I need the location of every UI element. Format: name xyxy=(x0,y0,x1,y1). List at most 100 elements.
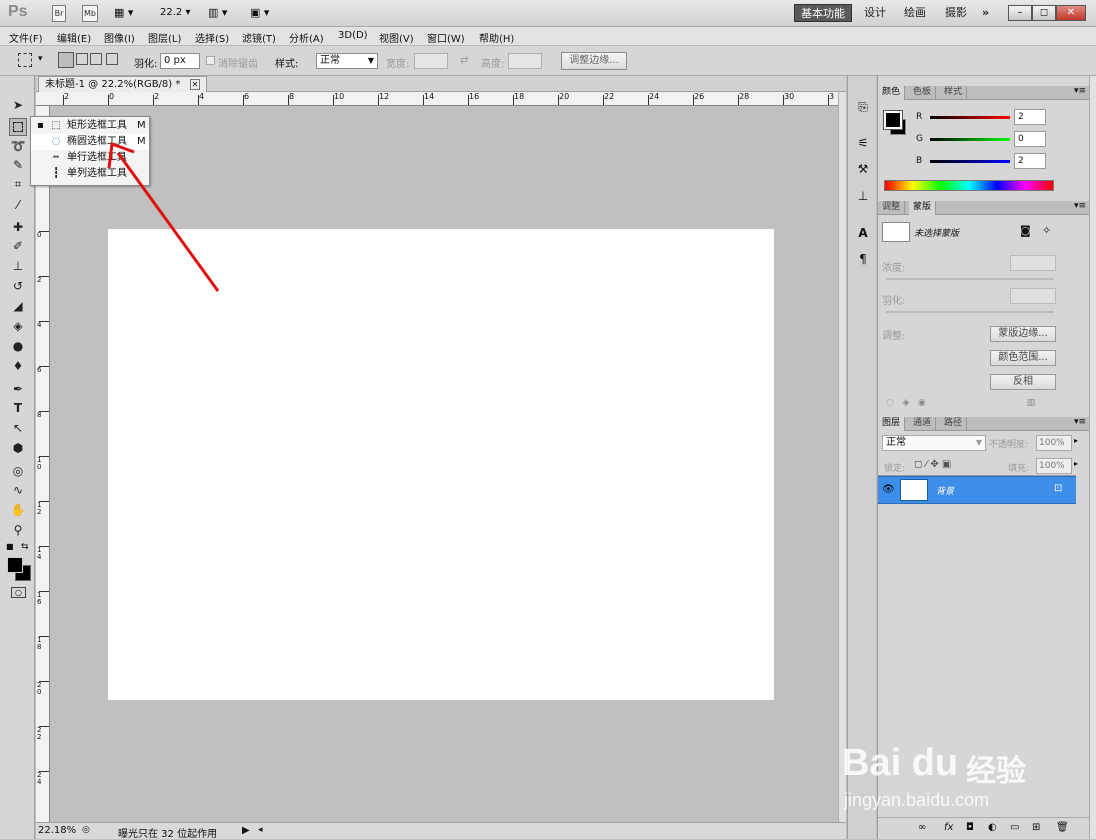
blend-mode-select[interactable]: 正常 ▼ xyxy=(882,435,986,451)
eyedropper-tool-icon[interactable]: ⁄ xyxy=(9,196,27,214)
antialias-checkbox[interactable] xyxy=(206,56,215,65)
menu-file[interactable]: 文件(F) xyxy=(9,30,43,45)
close-tab-icon[interactable]: ✕ xyxy=(189,79,201,90)
opacity-arrow-icon[interactable]: ▸ xyxy=(1074,436,1078,445)
workspace-photography[interactable]: 摄影 xyxy=(939,4,973,22)
height-input[interactable] xyxy=(508,53,542,69)
new-layer-icon[interactable]: ⊞ xyxy=(1032,822,1040,833)
tab-channels[interactable]: 通道 xyxy=(909,417,937,431)
foreground-color-swatch[interactable] xyxy=(7,557,23,573)
paint-bucket-tool-icon[interactable]: ◈ xyxy=(9,317,27,335)
layer-name[interactable]: 背景 xyxy=(936,484,954,497)
delete-layer-icon[interactable]: 🗑 xyxy=(1056,822,1069,833)
color-range-button[interactable]: 颜色范围... xyxy=(990,350,1056,366)
green-slider[interactable] xyxy=(930,138,1010,141)
bridge-button[interactable]: Br xyxy=(52,5,66,22)
add-mask-icon[interactable]: ◘ xyxy=(966,822,974,833)
pen-tool-icon[interactable]: ✒ xyxy=(9,380,27,398)
tab-styles[interactable]: 样式 xyxy=(940,86,968,100)
3d-orbit-tool-icon[interactable]: ∿ xyxy=(9,481,27,499)
shape-tool-icon[interactable]: ⬢ xyxy=(9,439,27,457)
mask-edge-button[interactable]: 蒙版边缘... xyxy=(990,326,1056,342)
default-colors-icon[interactable]: ■ xyxy=(6,542,14,551)
blur-tool-icon[interactable]: ● xyxy=(9,337,27,355)
red-value-input[interactable]: 2 xyxy=(1014,109,1046,125)
panel-scrollbar[interactable] xyxy=(1089,76,1096,839)
history-brush-tool-icon[interactable]: ↺ xyxy=(9,277,27,295)
rect-marquee-item[interactable]: ▪ ⬚ 矩形选框工具 M xyxy=(31,118,149,134)
tool-presets-panel-icon[interactable]: ⚒ xyxy=(854,160,872,178)
document-tab[interactable]: 未标题-1 @ 22.2%(RGB/8) * ✕ xyxy=(38,76,208,92)
menu-image[interactable]: 图像(I) xyxy=(104,30,135,45)
invert-button[interactable]: 反相 xyxy=(990,374,1056,390)
delete-mask-icon[interactable]: ▥ xyxy=(1027,398,1036,408)
layers-panel-menu-icon[interactable]: ▾≡ xyxy=(1074,417,1086,427)
path-selection-tool-icon[interactable]: ↖ xyxy=(9,419,27,437)
screen-mode-icon[interactable]: ▣ ▾ xyxy=(250,6,269,19)
maximize-button[interactable]: ◻ xyxy=(1032,5,1056,21)
mask-feather-slider[interactable] xyxy=(886,311,1054,313)
swap-colors-icon[interactable]: ⇆ xyxy=(21,542,29,552)
character-panel-icon[interactable]: A xyxy=(854,224,872,242)
lock-icons[interactable]: ◻ ⁄ ✥ ▣ xyxy=(914,459,951,470)
status-zoom[interactable]: 22.18% xyxy=(38,825,76,836)
paragraph-panel-icon[interactable]: ¶ xyxy=(854,250,872,268)
menu-filter[interactable]: 滤镜(T) xyxy=(242,30,276,45)
history-panel-icon[interactable]: ⎘ xyxy=(854,98,872,116)
tab-color[interactable]: 颜色 xyxy=(878,86,906,100)
view-extras-icon[interactable]: ▦ ▾ xyxy=(114,6,133,19)
menu-analysis[interactable]: 分析(A) xyxy=(289,30,324,45)
workspace-painting[interactable]: 绘画 xyxy=(898,4,932,22)
single-column-marquee-item[interactable]: ┇ 单列选框工具 xyxy=(31,166,149,182)
status-menu-icon[interactable]: ▶ xyxy=(242,825,250,836)
minimize-button[interactable]: – xyxy=(1008,5,1032,21)
tab-layers[interactable]: 图层 xyxy=(878,417,906,431)
quick-mask-icon[interactable]: ○ xyxy=(11,587,26,598)
preset-dropdown-icon[interactable]: ▾ xyxy=(38,54,43,64)
arrange-documents-icon[interactable]: ▥ ▾ xyxy=(208,6,227,19)
menu-select[interactable]: 选择(S) xyxy=(195,30,229,45)
zoom-level[interactable]: 22.2 ▾ xyxy=(160,7,190,18)
width-input[interactable] xyxy=(414,53,448,69)
vector-mask-icon[interactable]: ✧ xyxy=(1042,224,1051,237)
menu-edit[interactable]: 编辑(E) xyxy=(57,30,91,45)
minibridge-button[interactable]: Mb xyxy=(82,5,98,22)
blue-value-input[interactable]: 2 xyxy=(1014,153,1046,169)
marquee-preset-icon[interactable] xyxy=(18,53,32,67)
feather-input[interactable]: 0 px xyxy=(160,53,200,69)
add-selection-icon[interactable] xyxy=(76,53,88,65)
fill-arrow-icon[interactable]: ▸ xyxy=(1074,459,1078,468)
panel-menu-icon[interactable]: ▾≡ xyxy=(1074,86,1086,96)
tab-adjustments[interactable]: 调整 xyxy=(878,201,906,215)
disable-mask-icon[interactable]: ◉ xyxy=(918,398,926,408)
dodge-tool-icon[interactable]: ♦ xyxy=(9,357,27,375)
menu-view[interactable]: 视图(V) xyxy=(379,30,414,45)
clone-stamp-tool-icon[interactable]: ⊥ xyxy=(9,257,27,275)
document-canvas[interactable] xyxy=(108,229,774,700)
apply-mask-icon[interactable]: ◈ xyxy=(902,398,909,408)
fill-input[interactable]: 100% xyxy=(1036,458,1072,474)
3d-rotate-tool-icon[interactable]: ◎ xyxy=(9,462,27,480)
single-row-marquee-item[interactable]: ┅ 单行选框工具 xyxy=(31,150,149,166)
canvas-scrollbar[interactable] xyxy=(838,92,846,822)
swap-dimensions-icon[interactable]: ⇄ xyxy=(460,55,468,66)
brushes-panel-icon[interactable]: ⚟ xyxy=(854,134,872,152)
color-spectrum-bar[interactable] xyxy=(884,180,1054,191)
clone-source-panel-icon[interactable]: ⊥ xyxy=(854,187,872,205)
load-selection-icon[interactable]: ◌ xyxy=(886,398,894,408)
adjustment-layer-icon[interactable]: ◐ xyxy=(988,822,997,833)
scroll-left-icon[interactable]: ◂ xyxy=(258,825,263,835)
ellipse-marquee-item[interactable]: ◌ 椭圆选框工具 M xyxy=(31,134,149,150)
menu-layer[interactable]: 图层(L) xyxy=(148,30,181,45)
visibility-eye-icon[interactable]: 👁 xyxy=(882,484,895,495)
density-slider[interactable] xyxy=(886,278,1054,280)
tab-paths[interactable]: 路径 xyxy=(940,417,968,431)
tab-masks[interactable]: 蒙版 xyxy=(909,201,937,215)
green-value-input[interactable]: 0 xyxy=(1014,131,1046,147)
blue-slider[interactable] xyxy=(930,160,1010,163)
lasso-tool-icon[interactable]: ➰ xyxy=(9,137,27,155)
marquee-tool-icon[interactable] xyxy=(9,118,27,136)
more-workspaces-icon[interactable]: » xyxy=(976,4,995,22)
layer-style-icon[interactable]: fx xyxy=(944,822,953,833)
subtract-selection-icon[interactable] xyxy=(90,53,102,65)
